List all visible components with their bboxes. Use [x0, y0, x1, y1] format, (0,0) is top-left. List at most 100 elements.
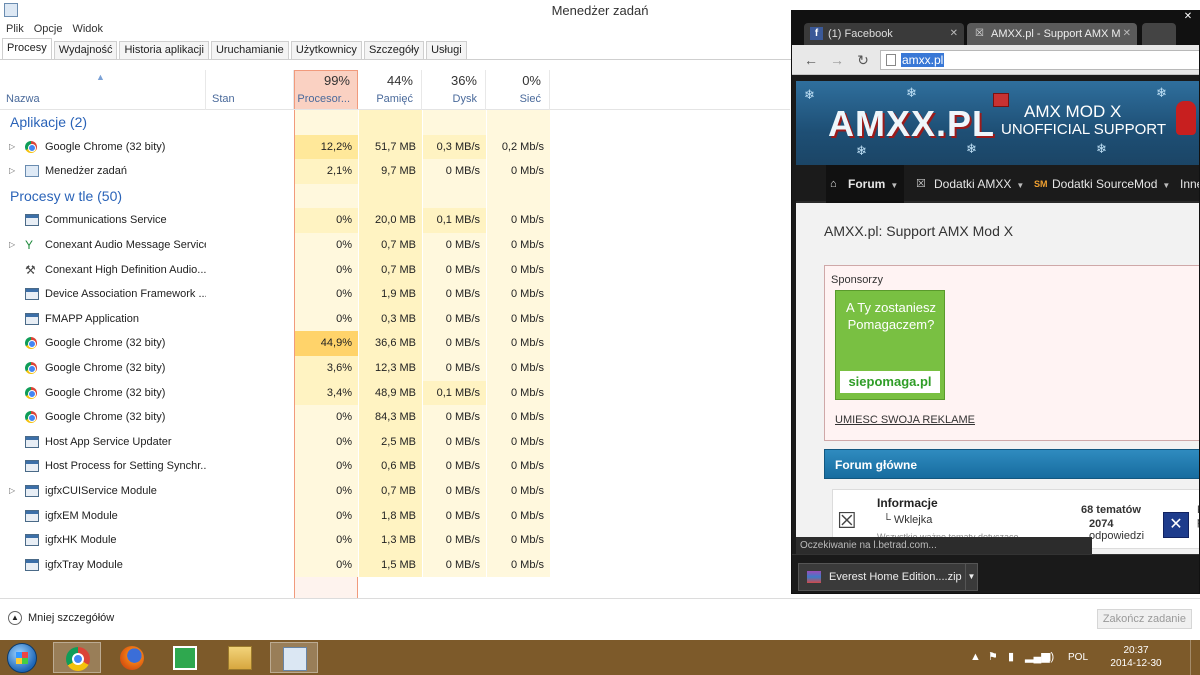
- column-header-status-label: Stan: [212, 93, 235, 105]
- process-row[interactable]: Device Association Framework ... 0% 1,9 MB…: [0, 282, 790, 307]
- subforum-link[interactable]: └ Wklejka: [883, 514, 932, 526]
- show-desktop-button[interactable]: [1190, 640, 1200, 675]
- nav-amxx-addons[interactable]: ☒ Dodatki AMXX ▼: [912, 165, 1024, 203]
- window-icon: [25, 558, 39, 571]
- memory-usage: 2,5 MB: [359, 429, 422, 455]
- forum-posts-count: 2074: [1089, 518, 1114, 530]
- cpu-usage: 0%: [295, 282, 358, 307]
- address-bar[interactable]: amxx.pl: [880, 50, 1199, 70]
- tab-services[interactable]: Usługi: [426, 41, 467, 59]
- action-center-flag-icon[interactable]: ⚑: [988, 650, 998, 664]
- expand-chevron-icon[interactable]: ▷: [9, 135, 15, 160]
- column-header-memory[interactable]: 44% Pamięć: [358, 70, 422, 110]
- last-post-avatar[interactable]: ✕: [1163, 512, 1189, 538]
- process-row[interactable]: Host Process for Setting Synchr... 0% 0,6 …: [0, 454, 790, 479]
- menu-options[interactable]: Opcje: [34, 22, 63, 38]
- disk-usage: 0,3 MB/s: [423, 134, 486, 160]
- process-row[interactable]: Google Chrome (32 bity) ▷ 12,2% 51,7 MB 0,3 …: [0, 134, 790, 160]
- chevron-down-icon[interactable]: ▼: [965, 564, 977, 590]
- tab-details[interactable]: Szczegóły: [363, 41, 425, 59]
- volume-icon[interactable]: ◀): [1042, 650, 1054, 664]
- download-item[interactable]: Everest Home Edition....zip ▼: [798, 563, 978, 591]
- forum-section-header[interactable]: Forum główne: [824, 449, 1199, 479]
- close-tab-icon[interactable]: ✕: [1123, 23, 1131, 45]
- column-header-disk[interactable]: 36% Dysk: [422, 70, 486, 110]
- forum-name[interactable]: Informacje: [877, 496, 938, 510]
- nav-forum[interactable]: ⌂ Forum ▼: [826, 165, 905, 203]
- expand-chevron-icon[interactable]: ▷: [9, 233, 15, 258]
- end-task-button[interactable]: Zakończ zadanie: [1096, 609, 1192, 629]
- taskbar-task-manager[interactable]: [270, 642, 318, 673]
- memory-usage: 0,7 MB: [359, 257, 422, 283]
- process-row[interactable]: Menedżer zadań ▷ 2,1% 9,7 MB 0 MB/s 0 Mb/s: [0, 159, 790, 184]
- disk-usage: 0 MB/s: [423, 257, 486, 283]
- process-group-header[interactable]: Procesy w tle (50): [0, 183, 790, 209]
- column-header-network[interactable]: 0% Sieć: [486, 70, 550, 110]
- process-row[interactable]: Host App Service Updater 0% 2,5 MB 0 MB/s 0 …: [0, 429, 790, 455]
- tab-app-history[interactable]: Historia aplikacji: [119, 41, 209, 59]
- column-header-status[interactable]: Stan: [206, 70, 294, 110]
- tab-processes[interactable]: Procesy: [2, 38, 52, 59]
- memory-usage: 1,9 MB: [359, 282, 422, 307]
- column-header-cpu[interactable]: 99% Procesor...: [294, 70, 358, 110]
- taskbar-explorer[interactable]: [216, 642, 264, 673]
- process-row[interactable]: igfxCUIService Module ▷ 0% 0,7 MB 0 MB/s 0 Mb…: [0, 478, 790, 504]
- column-header-name[interactable]: ▲ Nazwa: [0, 70, 206, 110]
- cpu-usage: 0%: [295, 306, 358, 332]
- tab-startup[interactable]: Uruchamianie: [210, 41, 289, 59]
- windows-logo-icon: [7, 643, 37, 673]
- memory-total-percent: 44%: [386, 73, 413, 88]
- reload-icon[interactable]: ↻: [854, 51, 872, 69]
- taskbar-store[interactable]: [161, 642, 209, 673]
- fewer-details-button[interactable]: ▲ Mniej szczegółów: [8, 611, 114, 625]
- cpu-usage: 0%: [295, 257, 358, 283]
- close-tab-icon[interactable]: ✕: [950, 23, 958, 45]
- page-icon: [886, 54, 896, 66]
- disk-usage: 0 MB/s: [423, 306, 486, 332]
- process-group-header[interactable]: Aplikacje (2): [0, 110, 790, 135]
- window-close-icon[interactable]: ✕: [1179, 11, 1197, 24]
- process-row[interactable]: Conexant Audio Message Service ▷ Y 0% 0,7 MB…: [0, 232, 790, 258]
- site-logo: AMXX.PL: [828, 103, 996, 144]
- process-row[interactable]: igfxEM Module 0% 1,8 MB 0 MB/s 0 Mb/s: [0, 503, 790, 529]
- process-row[interactable]: Communications Service 0% 20,0 MB 0,1 MB/s 0…: [0, 208, 790, 233]
- memory-usage: 0,6 MB: [359, 454, 422, 479]
- process-row[interactable]: Google Chrome (32 bity) 0% 84,3 MB 0 MB/s 0 …: [0, 405, 790, 430]
- nav-other[interactable]: Inne: [1174, 165, 1199, 203]
- process-row[interactable]: Google Chrome (32 bity) 44,9% 36,6 MB 0 MB/…: [0, 331, 790, 356]
- process-row[interactable]: igfxTray Module 0% 1,5 MB 0 MB/s 0 Mb/s: [0, 552, 790, 578]
- menu-view[interactable]: Widok: [72, 22, 103, 38]
- place-ad-link[interactable]: UMIESC SWOJA REKLAME: [835, 414, 975, 426]
- cpu-usage: 12,2%: [295, 134, 358, 160]
- forum-topics: 68 tematów: [1081, 504, 1141, 516]
- tab-performance[interactable]: Wydajność: [53, 41, 118, 59]
- menu-file[interactable]: Plik: [6, 22, 24, 38]
- tab-users[interactable]: Użytkownicy: [290, 41, 362, 59]
- network-usage: 0 Mb/s: [487, 232, 550, 258]
- start-button[interactable]: [4, 641, 44, 674]
- back-arrow-icon[interactable]: ←: [802, 51, 820, 69]
- site-banner[interactable]: ❄ ❄ ❄ ❄ ❄ ❄ AMXX.PL AMX MOD X UNOFFICIAL…: [796, 81, 1199, 165]
- process-row[interactable]: Google Chrome (32 bity) 3,6% 12,3 MB 0 MB/s…: [0, 355, 790, 381]
- clock[interactable]: 20:37 2014-12-30: [1100, 644, 1172, 670]
- expand-chevron-icon[interactable]: ▷: [9, 479, 15, 504]
- input-language[interactable]: POL: [1068, 651, 1088, 665]
- process-row[interactable]: FMAPP Application 0% 0,3 MB 0 MB/s 0 Mb/s: [0, 306, 790, 332]
- disk-usage: 0 MB/s: [423, 405, 486, 430]
- nav-sourcemod-addons[interactable]: SM Dodatki SourceMod ▼: [1030, 165, 1170, 203]
- process-row[interactable]: Conexant High Definition Audio... ⚒ 0% 0,7 …: [0, 257, 790, 283]
- taskbar-chrome[interactable]: [53, 642, 101, 673]
- taskbar-firefox[interactable]: [108, 642, 156, 673]
- expand-chevron-icon[interactable]: ▷: [9, 159, 15, 184]
- new-tab-button[interactable]: [1142, 23, 1176, 45]
- browser-tab-amxx[interactable]: ☒ AMXX.pl - Support AMX M ✕: [967, 23, 1137, 45]
- process-row[interactable]: igfxHK Module 0% 1,3 MB 0 MB/s 0 Mb/s: [0, 528, 790, 553]
- network-usage: 0 Mb/s: [487, 429, 550, 455]
- sponsor-ad[interactable]: A Ty zostaniesz Pomagaczem? siepomaga.pl: [835, 290, 945, 400]
- browser-tab-facebook[interactable]: f (1) Facebook ✕: [804, 23, 964, 45]
- forward-arrow-icon[interactable]: →: [828, 51, 846, 69]
- tray-overflow-icon[interactable]: ▲: [970, 650, 981, 664]
- process-row[interactable]: Google Chrome (32 bity) 3,4% 48,9 MB 0,1 MB…: [0, 380, 790, 406]
- battery-icon[interactable]: ▮: [1008, 650, 1014, 664]
- chrome-icon: [25, 140, 37, 153]
